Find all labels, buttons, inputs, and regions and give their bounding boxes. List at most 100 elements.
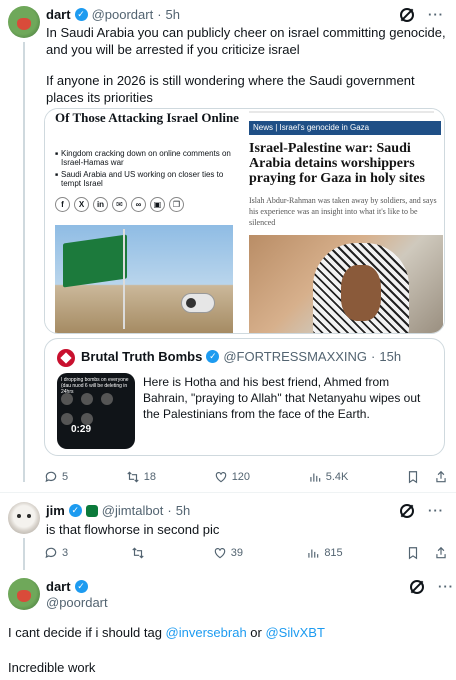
share-icon[interactable] [434, 470, 448, 484]
video-duration: 0:29 [71, 424, 92, 435]
repost-button[interactable] [131, 546, 149, 560]
repost-button[interactable]: 18 [126, 470, 156, 484]
views-button[interactable]: 815 [306, 546, 343, 560]
post-text: is that flowhorse in second pic [46, 522, 220, 537]
media-image-right[interactable]: News | Israel's genocide in Gaza Israel-… [243, 109, 444, 333]
media-image-left[interactable]: Of Those Attacking Israel Online Kingdom… [45, 109, 243, 333]
avatar[interactable] [8, 502, 40, 534]
post-media[interactable]: Of Those Attacking Israel Online Kingdom… [44, 108, 445, 334]
verified-badge-icon: ✓ [74, 580, 88, 593]
more-icon[interactable]: ··· [428, 503, 444, 518]
post-time[interactable]: 5h [176, 503, 190, 518]
like-button[interactable]: 39 [213, 546, 243, 560]
affiliate-badge-icon [85, 504, 98, 517]
quote-avatar[interactable] [57, 349, 75, 367]
mention-link[interactable]: @SilvXBT [265, 625, 324, 640]
reply-button[interactable]: 3 [44, 546, 68, 560]
share-icon[interactable] [434, 546, 448, 560]
author-name[interactable]: jim [46, 503, 65, 518]
post-actions: 3 39 815 [44, 546, 448, 560]
post-header: jim ✓ @jimtalbot · 5h [46, 503, 191, 518]
thread-line [23, 538, 25, 570]
article-subheading: Islah Abdur-Rahman was taken away by sol… [249, 196, 437, 227]
text-segment: or [246, 625, 266, 640]
article-headline-left: Of Those Attacking Israel Online [55, 110, 239, 125]
quote-author-name[interactable]: Brutal Truth Bombs [81, 349, 202, 364]
article-headline-right: Israel-Palestine war: Saudi Arabia detai… [249, 141, 425, 186]
reply-count: 3 [62, 547, 69, 559]
thumb-avatar [61, 393, 73, 405]
mail-icon: ✉ [112, 197, 127, 212]
grok-icon[interactable] [400, 7, 414, 22]
view-count: 815 [324, 547, 343, 559]
bookmark-and-share [406, 470, 448, 484]
grok-icon[interactable] [410, 579, 424, 594]
verified-badge-icon: ✓ [74, 8, 88, 21]
author-handle-row: @poordart [46, 595, 108, 610]
quote-time[interactable]: 15h [379, 349, 401, 364]
post-text: In Saudi Arabia you can publicly cheer o… [46, 25, 446, 57]
article-top-strip [249, 111, 434, 113]
reply-icon [45, 547, 57, 559]
avatar[interactable] [8, 6, 40, 38]
repost-count: 18 [143, 471, 157, 483]
post-top-icons: ··· [410, 579, 454, 594]
quote-author-handle[interactable]: @FORTRESSMAXXING [223, 349, 367, 364]
bookmark-and-share [406, 546, 448, 560]
article-bullet: Saudi Arabia and US working on closer ti… [55, 170, 235, 188]
verified-badge-icon: ✓ [68, 504, 82, 517]
post-header: dart ✓ [46, 579, 88, 594]
bookmark-icon[interactable] [406, 546, 420, 560]
avatar[interactable] [8, 578, 40, 610]
bookmark-icon[interactable] [406, 470, 420, 484]
like-count: 39 [230, 547, 243, 559]
thumb-avatar [101, 393, 113, 405]
post-time[interactable]: 5h [166, 7, 180, 22]
author-handle[interactable]: @poordart [92, 7, 154, 22]
security-camera [181, 293, 215, 313]
save-icon: ❐ [169, 197, 184, 212]
article-bullets: Kingdom cracking down on online comments… [55, 149, 235, 191]
post-divider [0, 492, 456, 493]
article-tag: News | Israel's genocide in Gaza [249, 121, 441, 135]
article-bullet: Kingdom cracking down on online comments… [55, 149, 235, 167]
verified-badge-icon: ✓ [206, 350, 220, 363]
post-text: I cant decide if i should tag @inversebr… [8, 624, 448, 641]
author-handle[interactable]: @jimtalbot [102, 503, 164, 518]
reply-button[interactable]: 5 [44, 470, 68, 484]
like-button[interactable]: 120 [214, 470, 250, 484]
like-count: 120 [231, 471, 251, 483]
post-top-icons: ··· [400, 503, 444, 518]
author-handle[interactable]: @poordart [46, 595, 108, 610]
author-name[interactable]: dart [46, 7, 71, 22]
grok-icon[interactable] [400, 503, 414, 518]
more-icon[interactable]: ··· [438, 579, 454, 594]
quoted-post[interactable]: Brutal Truth Bombs ✓ @FORTRESSMAXXING · … [44, 338, 445, 456]
post-actions: 5 18 120 5.4K [44, 470, 448, 484]
post-top-icons: ··· [400, 7, 444, 22]
like-icon [214, 548, 225, 559]
post-text-2: If anyone in 2026 is still wondering whe… [46, 73, 415, 105]
views-icon [310, 473, 320, 482]
text-segment: I cant decide if i should tag [8, 625, 166, 640]
author-name[interactable]: dart [46, 579, 71, 594]
repost-icon [132, 547, 145, 559]
print-icon: ▣ [150, 197, 165, 212]
views-button[interactable]: 5.4K [308, 470, 349, 484]
more-icon[interactable]: ··· [428, 7, 444, 22]
post-header: dart ✓ @poordart · 5h [46, 7, 180, 22]
video-thumbnail[interactable]: I dropping bombs on everyone (dau nuod 6… [57, 373, 135, 449]
view-count: 5.4K [325, 471, 349, 483]
quote-header: Brutal Truth Bombs ✓ @FORTRESSMAXXING · … [81, 349, 402, 364]
flag-shape [63, 234, 127, 288]
quote-text: Here is Hotha and his best friend, Ahmed… [143, 375, 421, 421]
views-icon [308, 549, 319, 558]
repost-icon [127, 471, 139, 483]
link-icon: ∞ [131, 197, 146, 212]
mention-link[interactable]: @inversebrah [166, 625, 247, 640]
linkedin-icon: in [93, 197, 108, 212]
reply-icon [45, 471, 57, 483]
share-icons-row: f X in ✉ ∞ ▣ ❐ [55, 197, 184, 212]
man-photo [249, 235, 443, 333]
thread-line [23, 42, 25, 482]
